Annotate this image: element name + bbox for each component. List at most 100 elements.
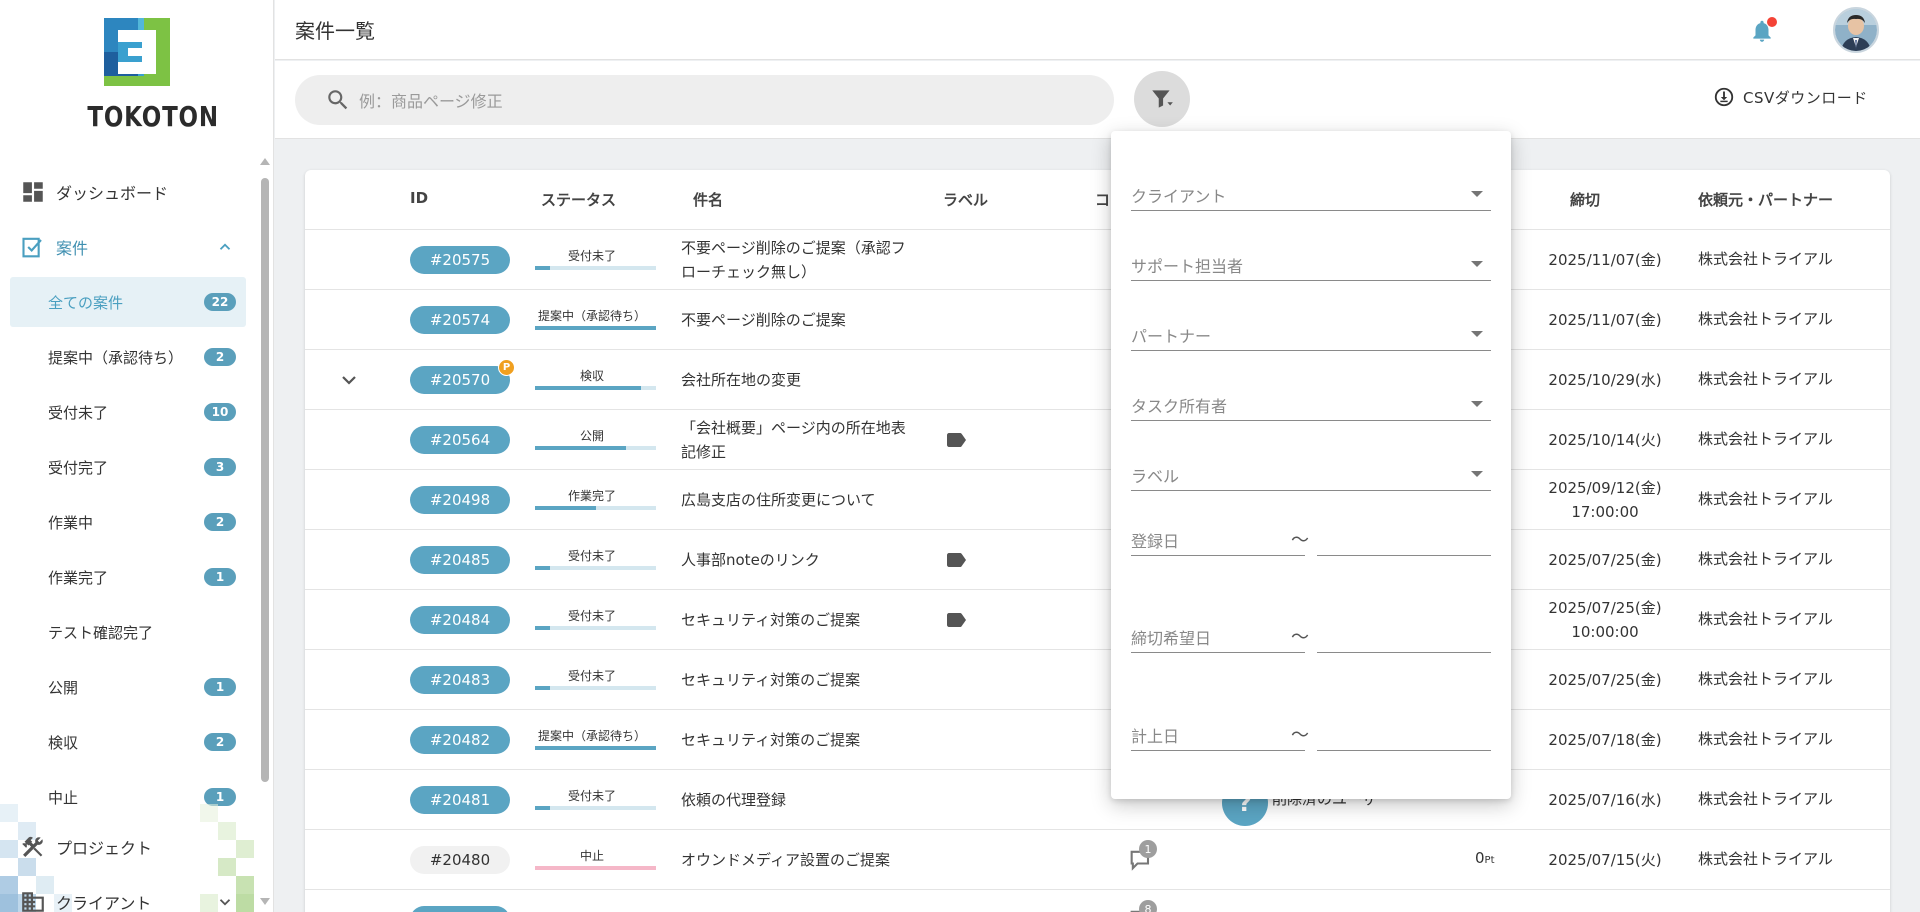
case-subject[interactable]: セキュリティ対策のご提案 [681,608,911,632]
nav-client[interactable]: クライアント [20,888,246,912]
sidebar-item-in-progress[interactable]: 作業中 2 [10,497,246,547]
status-indicator: 受付未了 [530,547,656,573]
column-header-label[interactable]: ラベル [943,189,988,210]
case-id-pill[interactable]: #20570 [410,366,510,394]
booked-date-label: 計上日 [1131,727,1180,746]
label-tag-icon[interactable] [944,608,968,632]
label-select-label: ラベル [1131,467,1180,486]
case-id-pill[interactable]: #20480 [410,846,510,874]
csv-download-button[interactable]: CSVダウンロード [1713,86,1868,108]
booked-date-to-field[interactable] [1317,699,1491,751]
sidebar-scrollbar[interactable] [258,156,272,912]
case-id-pill[interactable]: #20564 [410,426,510,454]
table-row[interactable]: 8 [305,890,1890,912]
scroll-down-arrow-icon[interactable] [260,898,270,905]
sidebar-item-proposing[interactable]: 提案中（承認待ち） 2 [10,332,246,382]
table-row[interactable]: #20575 受付未了 不要ページ削除のご提案（承認フローチェック無し） 202… [305,230,1890,290]
nav-cases[interactable]: 案件 [20,233,246,261]
column-header-partner[interactable]: 依頼元・パートナー [1698,189,1833,210]
case-id-pill[interactable]: #20574 [410,306,510,334]
chevron-up-icon[interactable] [216,238,234,256]
case-subject[interactable]: セキュリティ対策のご提案 [681,728,911,752]
sidebar-item-work-done[interactable]: 作業完了 1 [10,552,246,602]
logo-text: TOKOTON [87,100,219,133]
search-input[interactable]: 例：商品ページ修正 [295,75,1114,125]
column-header-subject[interactable]: 件名 [693,189,723,210]
column-header-id[interactable]: ID [410,189,428,207]
label-tag-icon[interactable] [944,548,968,572]
status-progress-bar [535,266,656,270]
scroll-thumb[interactable] [261,178,269,782]
table-row[interactable]: #20481 受付未了 依頼の代理登録 ? 削除済のユーザ 2025/07/16… [305,770,1890,830]
sidebar-item-all-cases[interactable]: 全ての案件 22 [10,277,246,327]
case-id-pill[interactable]: #20485 [410,546,510,574]
sidebar-item-test-confirmed[interactable]: テスト確認完了 [10,607,246,657]
nav-project[interactable]: プロジェクト [20,833,246,861]
status-label: 受付未了 [567,789,616,803]
table-row[interactable]: #20574 提案中（承認待ち） 不要ページ削除のご提案 2025/11/07(… [305,290,1890,350]
case-id-pill[interactable]: #20482 [410,726,510,754]
case-subject[interactable]: 人事部noteのリンク [681,548,911,572]
tokoton-logo[interactable]: TOKOTON [76,18,219,138]
case-id-pill[interactable] [410,906,510,912]
sidebar-item-label: 受付完了 [48,458,109,477]
label-tag-icon[interactable] [944,428,968,452]
case-subject[interactable]: 不要ページ削除のご提案（承認フローチェック無し） [681,236,911,284]
sidebar-item-label: 提案中（承認待ち） [48,348,184,367]
case-subject[interactable]: 依頼の代理登録 [681,788,911,812]
case-partner: 株式会社トライアル [1698,610,1833,628]
case-id-pill[interactable]: #20484 [410,606,510,634]
case-subject[interactable]: セキュリティ対策のご提案 [681,668,911,692]
sidebar-item-not-accepted[interactable]: 受付未了 10 [10,387,246,437]
case-deadline: 2025/09/12(金) 17:00:00 [1548,479,1662,521]
table-row[interactable]: #20482 提案中（承認待ち） セキュリティ対策のご提案 2025/07/18… [305,710,1890,770]
table-row[interactable]: #20570 P 検収 会社所在地の変更 2025/10/29(水) 株式会社ト… [305,350,1890,410]
case-subject[interactable]: 会社所在地の変更 [681,368,911,392]
case-subject[interactable]: オウンドメディア設置のご提案 [681,848,911,872]
status-label: 提案中（承認待ち） [537,309,646,323]
support-staff-select[interactable]: サポート担当者 [1131,231,1491,281]
desired-deadline-from-field[interactable]: 締切希望日 [1131,601,1305,653]
nav-client-label: クライアント [56,894,152,912]
user-avatar[interactable] [1833,7,1879,53]
table-header: ID ステータス 件名 ラベル コ 締切 依頼元・パートナー [305,170,1890,230]
sidebar-item-inspection[interactable]: 検収 2 [10,717,246,767]
chevron-down-icon[interactable] [216,893,234,911]
table-row[interactable]: #20485 受付未了 人事部noteのリンク 2025/07/25(金) 株式… [305,530,1890,590]
table-row[interactable]: #20564 公開 「会社概要」ページ内の所在地表記修正 2025/10/14(… [305,410,1890,470]
registered-date-from-field[interactable]: 登録日 [1131,504,1305,556]
status-indicator: 受付未了 [530,787,656,813]
case-subject[interactable]: 不要ページ削除のご提案 [681,308,911,332]
case-id-pill[interactable]: #20483 [410,666,510,694]
scroll-up-arrow-icon[interactable] [260,158,270,165]
partner-select[interactable]: パートナー [1131,301,1491,351]
expand-chevron-icon[interactable] [337,368,361,392]
registered-date-to-field[interactable] [1317,504,1491,556]
table-row[interactable]: #20480 中止 オウンドメディア設置のご提案 1 0Pt 2025/07/1… [305,830,1890,890]
table-row[interactable]: #20498 作業完了 広島支店の住所変更について 2025/09/12(金) … [305,470,1890,530]
partner-select-label: パートナー [1131,327,1212,346]
dropdown-arrow-icon [1471,191,1483,197]
filter-button[interactable] [1134,71,1190,127]
status-indicator: 作業完了 [530,487,656,513]
case-id-pill[interactable]: #20575 [410,246,510,274]
column-header-deadline[interactable]: 締切 [1570,189,1600,210]
nav-dashboard[interactable]: ダッシュボード [20,178,246,206]
table-row[interactable]: #20484 受付未了 セキュリティ対策のご提案 2025/07/25(金) 1… [305,590,1890,650]
client-select[interactable]: クライアント [1131,161,1491,211]
booked-date-from-field[interactable]: 計上日 [1131,699,1305,751]
case-id-pill[interactable]: #20498 [410,486,510,514]
sidebar-item-published[interactable]: 公開 1 [10,662,246,712]
label-select[interactable]: ラベル [1131,441,1491,491]
sidebar-item-accepted[interactable]: 受付完了 3 [10,442,246,492]
status-label: 作業完了 [567,489,616,503]
task-owner-select[interactable]: タスク所有者 [1131,371,1491,421]
case-id-pill[interactable]: #20481 [410,786,510,814]
desired-deadline-to-field[interactable] [1317,601,1491,653]
case-subject[interactable]: 広島支店の住所変更について [681,488,911,512]
table-row[interactable]: #20483 受付未了 セキュリティ対策のご提案 2025/07/25(金) 株… [305,650,1890,710]
column-header-comment[interactable]: コ [1095,189,1110,210]
case-subject[interactable]: 「会社概要」ページ内の所在地表記修正 [681,416,911,464]
case-deadline: 2025/07/16(水) [1548,791,1662,809]
column-header-status[interactable]: ステータス [541,189,616,210]
